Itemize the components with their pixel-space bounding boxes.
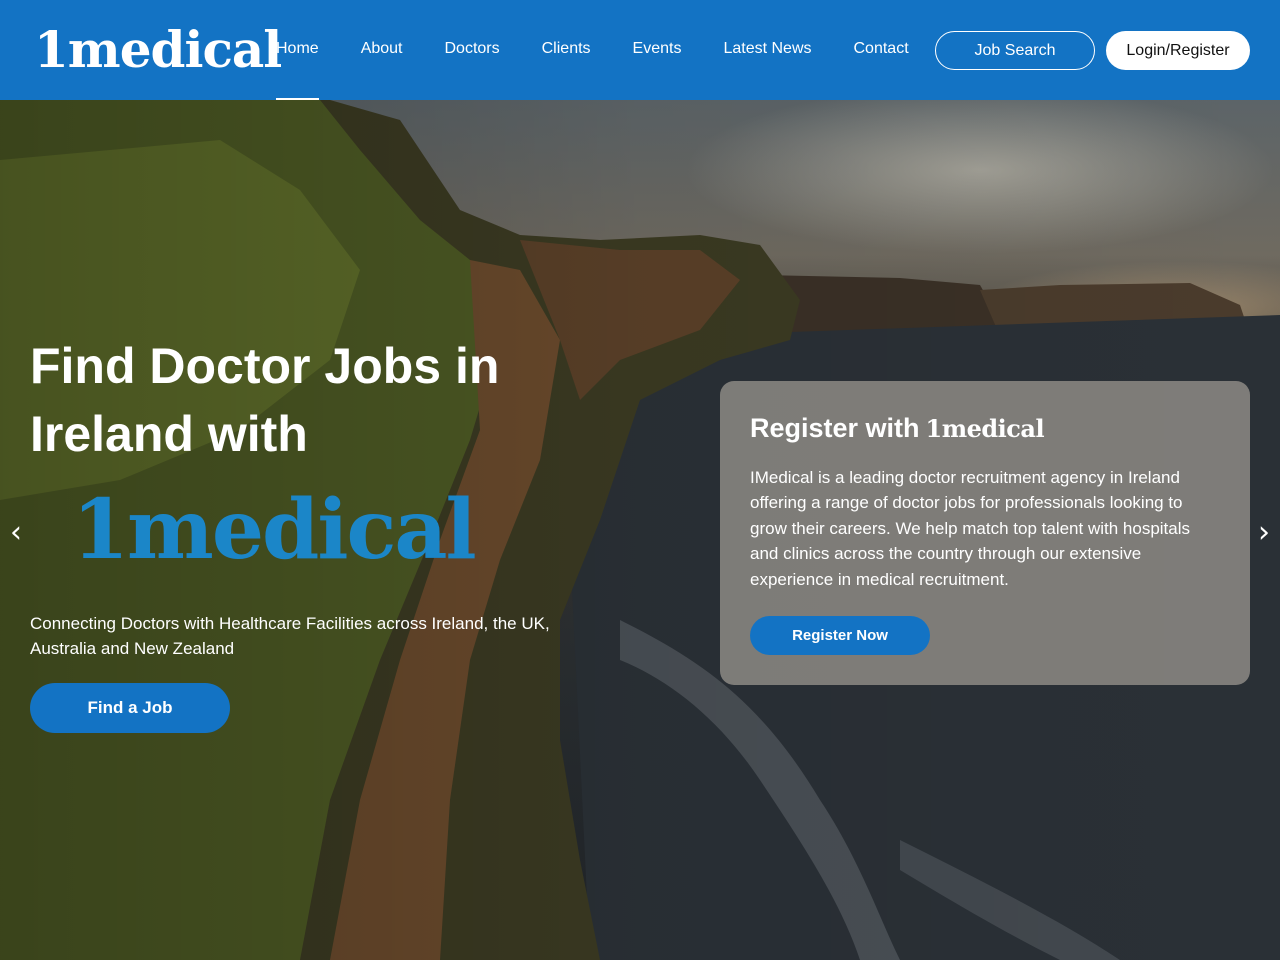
nav-doctors[interactable]: Doctors <box>424 0 521 100</box>
hero-section: Find Doctor Jobs in Ireland with 1medica… <box>0 100 1280 960</box>
site-header: 1medical Home About Doctors Clients Even… <box>0 0 1280 100</box>
job-search-button[interactable]: Job Search <box>935 31 1095 70</box>
chevron-right-icon[interactable]: › <box>1252 518 1276 548</box>
hero-logo: 1medical <box>72 482 477 578</box>
register-card: Register with 1medical IMedical is a lead… <box>720 381 1250 685</box>
register-now-button[interactable]: Register Now <box>750 616 930 655</box>
hero-subtitle: Connecting Doctors with Healthcare Facil… <box>30 614 550 658</box>
register-card-title-text: Register with <box>750 413 920 443</box>
register-card-logo: 1medical <box>925 414 1045 443</box>
chevron-left-icon[interactable]: ‹ <box>4 518 28 548</box>
nav-home[interactable]: Home <box>255 0 340 100</box>
nav-clients[interactable]: Clients <box>521 0 612 100</box>
nav-events[interactable]: Events <box>612 0 703 100</box>
nav-contact[interactable]: Contact <box>833 0 930 100</box>
find-a-job-button[interactable]: Find a Job <box>30 683 230 733</box>
main-nav: Home About Doctors Clients Events Latest… <box>255 0 930 100</box>
hero-title: Find Doctor Jobs in Ireland with <box>30 338 500 462</box>
register-card-title: Register with 1medical <box>750 408 1045 449</box>
site-logo[interactable]: 1medical <box>34 22 282 78</box>
nav-latest-news[interactable]: Latest News <box>702 0 832 100</box>
nav-about[interactable]: About <box>340 0 424 100</box>
login-register-button[interactable]: Login/Register <box>1106 31 1250 70</box>
register-card-description: IMedical is a leading doctor recruitment… <box>750 468 1191 589</box>
